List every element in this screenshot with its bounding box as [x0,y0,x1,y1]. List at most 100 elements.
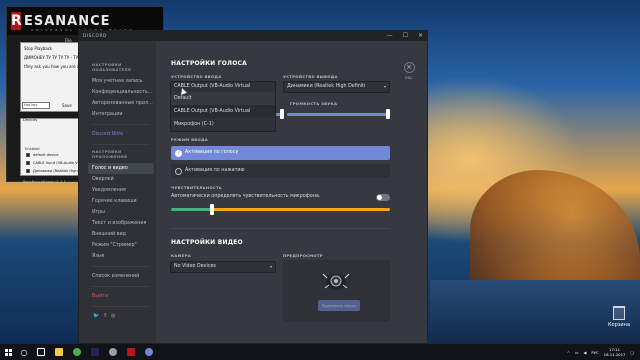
minimize-button[interactable]: — [387,32,393,39]
chrome-icon [73,348,81,356]
taskbar-app-resanance[interactable] [122,344,140,360]
system-tray: ^ ▭ ◀ РУС 17:11 16.11.2017 ▢ [567,344,634,360]
clock[interactable]: 17:11 16.11.2017 [604,347,626,357]
social-links: 🐦 f ◎ [79,313,156,319]
camera-select[interactable]: No Video Devices ▾ [170,261,276,273]
hotkey-input[interactable]: Hot key [22,102,50,109]
camera-value: No Video Devices [174,264,216,269]
device-checkbox[interactable] [26,169,30,173]
sidebar-item-privacy[interactable]: Конфиденциальность... [79,87,156,98]
sidebar-divider [92,144,150,145]
toggle-knob [377,195,382,200]
taskbar-app-chrome[interactable] [68,344,86,360]
camera-illustration-icon [322,273,350,290]
input-volume-slider[interactable] [276,109,284,119]
sidebar-divider [92,306,150,307]
taskbar-app-settings[interactable] [104,344,122,360]
resanance-logo-mark: R [11,12,22,30]
device-checkbox[interactable] [26,153,30,157]
clock-date: 16.11.2017 [603,352,626,357]
sidebar-item-appearance[interactable]: Внешний вид [79,229,156,240]
save-button[interactable]: Save [62,103,72,108]
auto-sensitivity-text: Автоматически определять чувствительност… [171,194,321,199]
esc-label: ESC [405,75,413,80]
sidebar-item-streamer-mode[interactable]: Режим "Стример" [79,240,156,251]
start-button[interactable] [0,344,16,360]
test-video-button[interactable]: Проверить видео [318,300,360,311]
auto-sensitivity-toggle[interactable] [376,194,390,201]
sensitivity-slider[interactable] [171,204,390,215]
radio-voice-activity[interactable]: Активация по голосу [171,146,390,160]
dropdown-option-microphone[interactable]: Микрофон (C-1) [171,118,275,131]
camera-label: КАМЕРА [171,253,191,258]
sidebar-item-language[interactable]: Язык [79,251,156,262]
voice-settings-title: НАСТРОЙКИ ГОЛОСА [171,60,247,67]
maximize-button[interactable]: ☐ [403,32,408,39]
device-row[interactable]: Динамики (Realtek High [26,169,78,173]
taskbar-app-explorer[interactable] [50,344,68,360]
volume-icon[interactable]: ◀ [583,350,586,355]
close-icon: × [403,62,415,73]
recycle-bin-label: Корзина [607,322,631,328]
section-divider [171,228,390,229]
sensitivity-knob[interactable] [210,204,214,215]
notifications-icon[interactable]: ▢ [630,350,634,355]
device-row[interactable]: CABLE Input (VB-Audio V [26,161,78,165]
output-volume-label: ГРОМКОСТЬ ЗВУКА [290,101,338,106]
sidebar-item-connections[interactable]: Интеграции [79,109,156,120]
twitter-icon[interactable]: 🐦 [93,313,99,319]
language-indicator[interactable]: РУС [591,350,598,355]
output-volume-knob[interactable] [386,109,390,119]
sidebar-item-games[interactable]: Игры [79,207,156,218]
input-device-dropdown: Default CABLE Output (VB-Audio Virtual М… [170,92,276,132]
sidebar-item-notifications[interactable]: Уведомления [79,185,156,196]
close-button[interactable]: ✕ [418,32,423,39]
taskbar-app-discord[interactable] [140,344,158,360]
sidebar-item-logout[interactable]: Выйти [79,291,156,302]
input-volume-knob[interactable] [280,109,284,119]
sidebar-item-voice-video[interactable]: Голос и видео [88,163,154,174]
device-checkbox[interactable] [26,161,30,165]
facebook-icon[interactable]: f [104,313,106,319]
taskbar-app-task-view[interactable] [32,344,50,360]
radio-push-to-talk[interactable]: Активация по нажатию [171,164,390,178]
radio-push-to-talk-label: Активация по нажатию [185,168,245,173]
sidebar-item-text-images[interactable]: Текст и изображения [79,218,156,229]
settings-sidebar: НАСТРОЙКИ ПОЛЬЗОВАТЕЛЯ Моя учетная запис… [79,41,156,343]
dropdown-option-cable-output[interactable]: CABLE Output (VB-Audio Virtual [171,105,275,118]
sidebar-item-nitro[interactable]: Discord Nitro [79,129,156,140]
dropdown-option-default[interactable]: Default [171,92,275,105]
taskbar-app-premiere[interactable] [86,344,104,360]
sidebar-item-my-account[interactable]: Моя учетная запись [79,76,156,87]
video-preview: Проверить видео [283,260,390,322]
discord-titlebar[interactable]: DISCORD [79,31,427,41]
sidebar-item-authorized-apps[interactable]: Авторизованные прил... [79,98,156,109]
chevron-down-icon: ▾ [269,264,272,269]
premiere-icon [91,348,99,356]
search-icon[interactable]: ○ [16,344,32,360]
video-settings-title: НАСТРОЙКИ ВИДЕО [171,239,243,246]
output-volume-slider[interactable] [287,109,390,119]
resanance-icon [127,348,135,356]
sidebar-item-overlay[interactable]: Оверлей [79,174,156,185]
chevron-down-icon: ▾ [383,84,386,89]
esc-close-button[interactable]: × ESC [402,62,416,80]
output-volume-fill [287,113,390,116]
recycle-bin-shortcut[interactable]: Корзина [604,306,634,328]
device-row[interactable]: default device [26,153,59,157]
tray-chevron-up-icon[interactable]: ^ [567,350,570,355]
network-icon[interactable]: ▭ [575,350,579,355]
instagram-icon[interactable]: ◎ [111,313,115,319]
output-device-value: Динамики (Realtek High Definiti [287,84,366,89]
sidebar-divider [92,124,150,125]
user-settings-header: НАСТРОЙКИ ПОЛЬЗОВАТЕЛЯ [92,62,132,72]
devices-title: Devices [23,118,38,122]
devices-column-header: Enabled [25,147,40,151]
radio-unchecked-icon [175,167,182,175]
sidebar-item-changelog[interactable]: Список изменений [79,271,156,282]
device-name: Динамики (Realtek High [33,169,78,173]
taskbar: ○ ^ ▭ ◀ РУС 17:11 16.11.2017 ▢ [0,344,640,360]
output-device-select[interactable]: Динамики (Realtek High Definiti ▾ [283,81,390,93]
sidebar-item-keybinds[interactable]: Горячие клавиши [79,196,156,207]
resanance-footer: ResaNanceBoard v1.1.1 [23,180,66,184]
